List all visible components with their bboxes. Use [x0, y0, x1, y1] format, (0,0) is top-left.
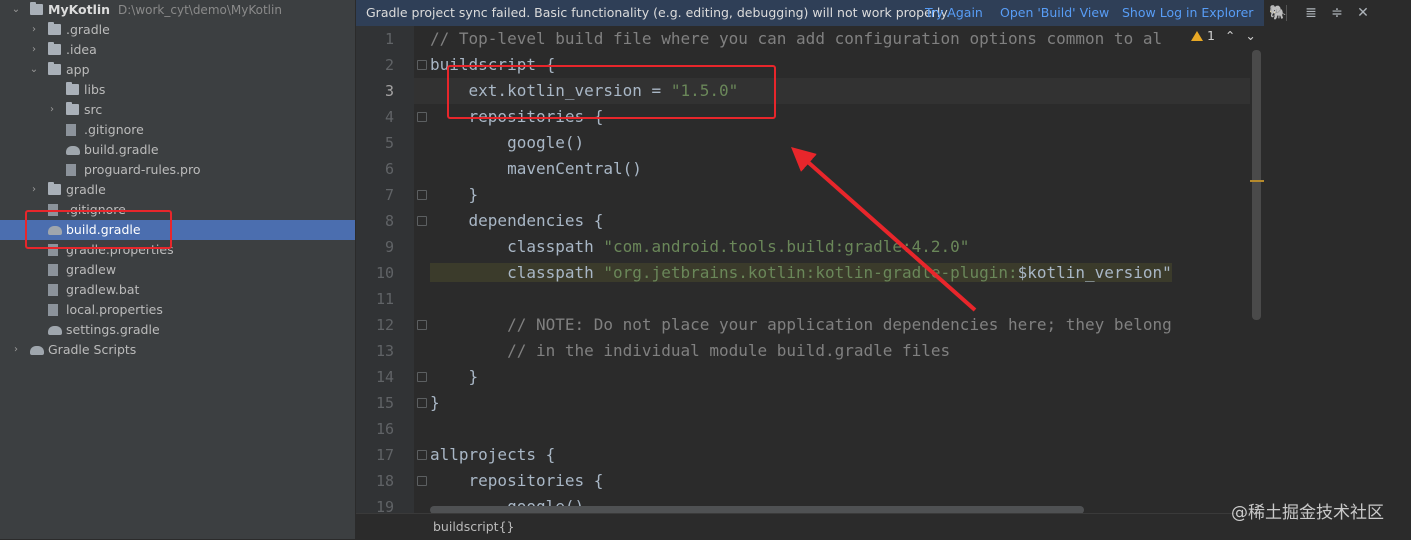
fold-marker-icon[interactable] [417, 112, 427, 122]
fold-marker-icon[interactable] [417, 398, 427, 408]
fold-marker-icon[interactable] [417, 60, 427, 70]
fold-marker-icon[interactable] [417, 450, 427, 460]
annotation-arrow [791, 147, 977, 312]
fold-marker-icon[interactable] [417, 190, 427, 200]
fold-marker-icon[interactable] [417, 320, 427, 330]
fold-marker-icon[interactable] [417, 372, 427, 382]
fold-marker-icon[interactable] [417, 476, 427, 486]
fold-marker-icon[interactable] [417, 216, 427, 226]
